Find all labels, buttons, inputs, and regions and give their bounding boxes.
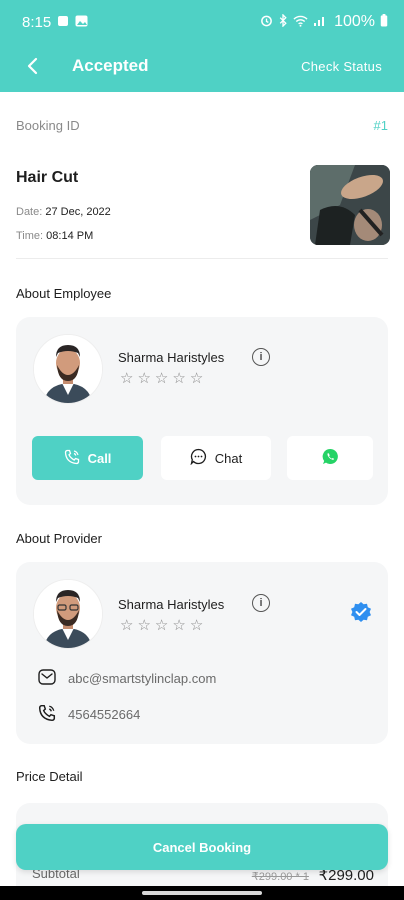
mail-icon — [38, 669, 56, 688]
check-status-button[interactable]: Check Status — [301, 59, 382, 74]
system-nav-bar — [0, 886, 404, 900]
service-name: Hair Cut — [16, 169, 79, 186]
divider — [16, 258, 388, 259]
star-icon: ☆ — [154, 370, 169, 387]
provider-email: abc@smartstylinclap.com — [68, 671, 217, 686]
employee-avatar — [33, 334, 103, 404]
provider-info-icon[interactable]: i — [252, 594, 270, 612]
home-gesture-handle[interactable] — [142, 891, 262, 895]
provider-phone-row[interactable]: 4564552664 — [38, 704, 140, 725]
about-employee-title: About Employee — [16, 286, 112, 301]
employee-name: Sharma Haristyles — [118, 350, 225, 365]
star-icon: ☆ — [137, 370, 151, 387]
star-icon: ☆ — [172, 617, 186, 634]
time-value: 08:14 PM — [46, 230, 94, 242]
alarm-icon — [260, 14, 273, 30]
page-title: Accepted — [72, 56, 149, 75]
subtotal-original: ₹299.00 * 1 — [251, 871, 309, 883]
employee-card: Sharma Haristyles i ☆ ☆ ☆ ☆ ☆ Call Chat — [16, 317, 388, 505]
battery-icon — [380, 14, 388, 30]
provider-card: Sharma Haristyles i ☆ ☆ ☆ ☆ ☆ abc@smarts… — [16, 562, 388, 744]
star-icon: ☆ — [137, 617, 151, 634]
booking-date: Date: 27 Dec, 2022 — [16, 206, 111, 218]
chat-button-label: Chat — [214, 450, 243, 466]
employee-rating: ☆ ☆ ☆ ☆ ☆ — [120, 371, 203, 386]
chat-bubble-icon — [190, 448, 207, 468]
phone-icon — [64, 449, 80, 468]
app-bar: Accepted Check Status — [0, 44, 404, 88]
wifi-icon — [293, 15, 308, 30]
back-arrow-icon[interactable] — [22, 56, 42, 76]
gallery-icon — [75, 15, 88, 30]
verified-badge-icon — [349, 601, 373, 625]
star-icon: ☆ — [120, 370, 134, 387]
time-label: Time: — [16, 230, 44, 242]
provider-avatar — [33, 579, 103, 649]
whatsapp-icon — [322, 448, 339, 468]
notification-icon — [57, 15, 69, 30]
employee-info-icon[interactable]: i — [252, 348, 270, 366]
provider-rating: ☆ ☆ ☆ ☆ ☆ — [120, 618, 203, 633]
app-header: 8:15 100% Accepted Check Status — [0, 0, 404, 92]
date-label: Date: — [16, 206, 43, 218]
whatsapp-button[interactable] — [287, 436, 373, 480]
chat-button[interactable]: Chat — [161, 436, 271, 480]
status-time: 8:15 — [22, 13, 52, 31]
call-button[interactable]: Call — [32, 436, 143, 480]
star-icon: ☆ — [120, 617, 134, 634]
bluetooth-icon — [278, 13, 288, 30]
battery-percent: 100% — [334, 13, 375, 30]
provider-name: Sharma Haristyles — [118, 597, 225, 612]
star-icon: ☆ — [172, 370, 186, 387]
price-detail-title: Price Detail — [16, 769, 83, 784]
star-icon: ☆ — [154, 617, 169, 634]
provider-phone: 4564552664 — [68, 707, 141, 722]
signal-icon — [313, 15, 327, 30]
star-icon: ☆ — [189, 617, 204, 634]
booking-id-value: #1 — [373, 118, 388, 133]
booking-id-row: Booking ID #1 — [16, 118, 388, 133]
provider-email-row[interactable]: abc@smartstylinclap.com — [38, 669, 216, 688]
status-bar: 8:15 100% — [0, 0, 404, 44]
date-value: 27 Dec, 2022 — [45, 206, 111, 218]
booking-id-label: Booking ID — [16, 118, 80, 133]
service-image — [310, 165, 390, 245]
call-button-label: Call — [87, 450, 112, 466]
cancel-booking-button[interactable]: Cancel Booking — [16, 824, 388, 870]
phone-icon — [38, 704, 56, 725]
about-provider-title: About Provider — [16, 531, 102, 546]
star-icon: ☆ — [189, 370, 204, 387]
booking-time: Time: 08:14 PM — [16, 230, 93, 242]
